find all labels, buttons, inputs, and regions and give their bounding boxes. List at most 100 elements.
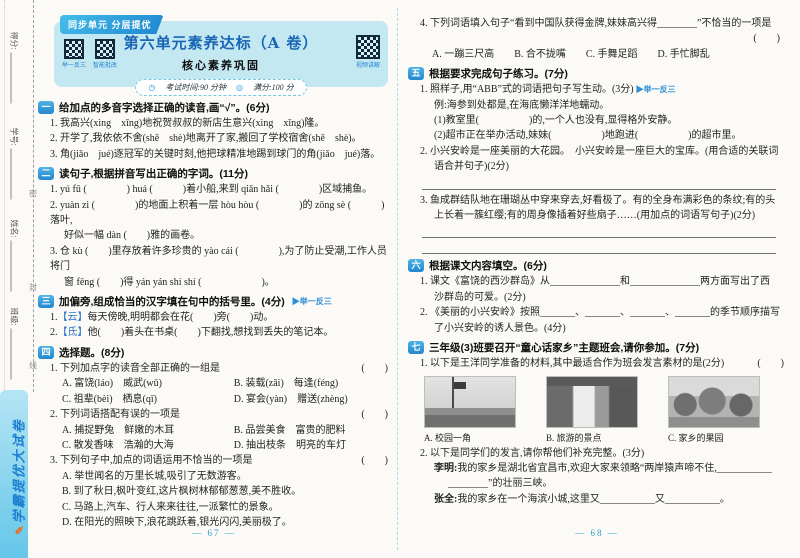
question-line: 1. yú fū ( ) huá ( )着小船,来到 qiǎn hǎi ( )区… (38, 182, 390, 197)
question-line: 3. 角(jiǎo jué)逐冠军的关键时刻,他把球精准地踢到球门的角(jiǎo… (38, 147, 390, 162)
question-line: 3. 鱼成群结队地在珊瑚丛中穿来穿去,好看极了。有的全身布满彩色的条纹;有的头 (408, 193, 786, 208)
pen-icon: ✎ (15, 523, 27, 534)
option: C. 祖辈(bèi) 栖息(qī) (62, 392, 234, 407)
question-line: 2. 开学了,我依依不舍(shě shè)地离开了家,搬回了学校宿舍(shě s… (38, 131, 390, 146)
exam-time: 考试时间:90 分钟 (165, 82, 226, 93)
answer-bracket: ( ) (757, 356, 786, 371)
binding-rail: 得分: 学号: 姓名: 班级: 密 封 线 ✎学霸提优大试卷 (0, 0, 36, 558)
options-row: C. 祖辈(bèi) 栖息(qī)D. 宴会(yàn) 赠送(zhèng) (38, 392, 390, 407)
campus-photo (424, 376, 516, 428)
answer-blank-line (422, 177, 776, 190)
option: B. 装载(zāi) 每逢(féng) (234, 376, 390, 391)
option: C. 马路上,汽车、行人来来往往,一派繁忙的景象。 (38, 500, 390, 515)
speaker-name: 李明: (434, 463, 457, 474)
answer-bracket: ( ) (753, 31, 782, 46)
header-card: 同步单元 分层提优 举一反三 智能批改 第六单元素养达标（A 卷） 核心素养巩固… (54, 21, 388, 87)
seal-char-feng: 封 (29, 282, 37, 293)
question-line: 1. 照样子,用“ABB”式的词语把句子写生动。(3分)▶举一反三 (408, 82, 786, 97)
material-photos: A. 校园一角 B. 旅游的景点 C. 家乡的果园 (408, 372, 786, 446)
section-4-badge: 四 (38, 346, 54, 359)
qr-code-practice (64, 39, 84, 59)
waterfall-photo (546, 376, 638, 428)
option: A. 富饶(láo) 威武(wǔ) (62, 376, 234, 391)
score-field: 得分: (9, 32, 20, 104)
photo-caption: B. 旅游的景点 (546, 431, 638, 444)
option: D. 抽出枝条 明亮的车灯 (234, 438, 390, 453)
seal-char-mi: 密 (29, 188, 37, 199)
photo-option-b: B. 旅游的景点 (546, 376, 638, 444)
question-line: 1.【云】每天傍晚,明明都会在花( )旁( )动。 (38, 310, 390, 325)
item-marker: ▶举一反三 (636, 85, 676, 94)
question-stem: 3. 下列句子中,加点的词语运用不恰当的一项是( ) (38, 453, 390, 468)
question-line: 了小兴安岭的诱人景色。(4分) (408, 321, 786, 336)
question-stem: 4. 下列词语填入句子“看到中国队获得金牌,妹妹高兴得________”不恰当的… (408, 10, 786, 31)
clock-icon: ◷ (148, 83, 155, 92)
question-line: 窗 fēng ( )得 yán yán shí shí ( )。 (38, 275, 390, 290)
class-field: 班级: (9, 308, 20, 380)
student-id-label: 学号: (9, 128, 20, 146)
photo-caption: A. 校园一角 (424, 431, 516, 444)
photo-caption: C. 家乡的果园 (668, 431, 760, 444)
radical-hint: 【氐】 (58, 327, 88, 338)
qr-caption-practice: 举一反三 (62, 60, 86, 69)
question-line: 1. 我高兴(xìng xīng)地祝贺叔叔的新店生意兴(xìng xīng)隆… (38, 116, 390, 131)
answer-bracket: ( ) (361, 407, 390, 422)
radical-hint: 【云】 (58, 312, 88, 323)
question-line: (1)教室里( )的,一个人也没有,显得格外安静。 (408, 113, 786, 128)
section-7-header: 七 三年级(3)班要召开“童心话家乡”主题班会,请你参加。(7分) (408, 340, 786, 355)
section-6-header: 六 根据课文内容填空。(6分) (408, 258, 786, 273)
question-line: 好似一幅 dàn ( )雅的画卷。 (38, 228, 390, 243)
center-page-divider (397, 8, 398, 550)
name-field-label: 姓名: (9, 220, 20, 238)
student-id-line (11, 149, 17, 200)
options-row: C. 散发香味 浩瀚的大海D. 抽出枝条 明亮的车灯 (38, 438, 390, 453)
speech-line: ________”的壮丽三峡。 (408, 476, 786, 491)
section-2-header: 二 读句子,根据拼音写出正确的字词。(11分) (38, 166, 390, 181)
speech-line: 李明:我的家乡是湖北省宜昌市,欢迎大家来领略“两岸猿声啼不住,_________… (408, 461, 786, 476)
section-3-badge: 三 (38, 295, 54, 308)
qr-code-grading (95, 39, 115, 59)
answer-blank-line (422, 241, 776, 254)
photo-option-a: A. 校园一角 (424, 376, 516, 444)
section-4-header: 四 选择题。(8分) (38, 345, 390, 360)
left-page: 学霸提优大试卷|语文·三年级上 同步单元 分层提优 举一反三 智能批改 第六单元… (38, 10, 390, 558)
paper-header: 学霸提优大试卷|语文·三年级上 同步单元 分层提优 举一反三 智能批改 第六单元… (54, 21, 388, 96)
question-line: 沙群岛的可爱。(2分) (408, 290, 786, 305)
full-score: 满分:100 分 (253, 82, 294, 93)
section-1-badge: 一 (38, 101, 54, 114)
options-row: A. 一蹦三尺高 B. 合不拢嘴 C. 手舞足蹈 D. 手忙脚乱 (408, 47, 786, 62)
answer-bracket-line: ( ) (408, 31, 786, 46)
section-7-badge: 七 (408, 341, 424, 354)
speech-line: 张全:我的家乡在一个海滨小城,这里又___________又__________… (408, 492, 786, 507)
student-id-field: 学号: (9, 128, 20, 200)
section-6-title: 根据课文内容填空。(6分) (429, 258, 547, 273)
class-field-label: 班级: (9, 308, 20, 326)
score-icon: ◎ (236, 83, 243, 92)
option: D. 宴会(yàn) 赠送(zhèng) (234, 392, 390, 407)
question-stem: 2. 下列词语搭配有误的一项是( ) (38, 407, 390, 422)
question-stem: 1. 下列加点字的读音全部正确的一组是( ) (38, 361, 390, 376)
score-field-label: 得分: (9, 32, 20, 50)
question-line: 2. 小兴安岭是一座美丽的大花园。 小兴安岭是一座巨大的宝库。(用合适的关联词 (408, 144, 786, 159)
header-badge: 同步单元 分层提优 (60, 15, 164, 34)
exam-info-pill: ◷ 考试时间:90 分钟 ◎ 满分:100 分 (135, 79, 306, 96)
options-row: A. 富饶(láo) 威武(wǔ)B. 装载(zāi) 每逢(féng) (38, 376, 390, 391)
section-5-header: 五 根据要求完成句子练习。(7分) (408, 66, 786, 81)
question-line: 语合并句子)(2分) (408, 159, 786, 174)
answer-bracket: ( ) (361, 361, 390, 376)
section-3-title: 加偏旁,组成恰当的汉字填在句中的括号里。(4分) (59, 294, 285, 309)
option: C. 散发香味 浩瀚的大海 (62, 438, 234, 453)
question-line: 上长着一簇红缨;有的周身像插着好些扇子……(用加点的词语写句子)(2分) (408, 208, 786, 223)
brand-banner: ✎学霸提优大试卷 (0, 390, 28, 558)
name-field: 姓名: (9, 220, 20, 292)
qr-code-video (356, 35, 380, 59)
option: A. 举世闻名的万里长城,吸引了无数游客。 (38, 469, 390, 484)
section-4-title: 选择题。(8分) (59, 345, 124, 360)
page-number-left: — 67 — (38, 528, 390, 538)
section-2-title: 读句子,根据拼音写出正确的字词。(11分) (59, 166, 248, 181)
seal-char-xian: 线 (29, 360, 37, 371)
class-field-line (11, 329, 17, 380)
name-field-line (11, 241, 17, 292)
section-1-header: 一 给加点的多音字选择正确的读音,画“√”。(6分) (38, 100, 390, 115)
speaker-name: 张全: (434, 494, 457, 505)
